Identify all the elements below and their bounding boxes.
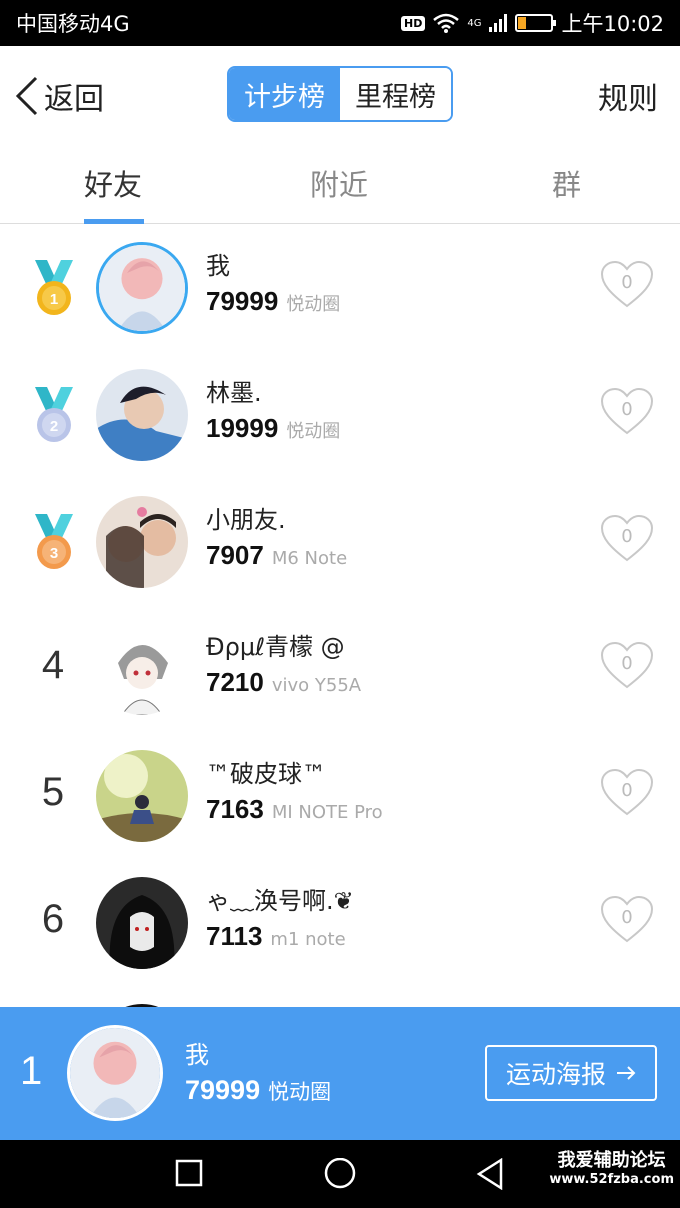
rank-number: 4 bbox=[41, 643, 65, 687]
step-info: 7210 vivo Y55A bbox=[206, 667, 361, 698]
ranking-row[interactable]: 6 ゃ﹏涣号啊.❦ 7113 m1 note 0 bbox=[0, 859, 680, 986]
rank-number: 5 bbox=[41, 770, 65, 814]
hd-badge: HD bbox=[401, 15, 426, 31]
like-count: 0 bbox=[621, 780, 633, 801]
my-step-info: 79999 悦动圈 bbox=[185, 1075, 331, 1106]
device-label: 悦动圈 bbox=[286, 294, 341, 315]
back-nav-icon[interactable] bbox=[475, 1158, 505, 1190]
step-count: 79999 bbox=[206, 286, 279, 316]
step-info: 7163 MI NOTE Pro bbox=[206, 794, 383, 825]
my-avatar[interactable] bbox=[67, 1025, 163, 1121]
device-label: vivo Y55A bbox=[271, 675, 362, 696]
my-step-count: 79999 bbox=[185, 1075, 261, 1105]
system-nav-bar: 我爱辅助论坛 www.52fzba.com bbox=[0, 1140, 680, 1208]
tab-groups[interactable]: 群 bbox=[552, 162, 581, 204]
like-count: 0 bbox=[621, 399, 633, 420]
avatar[interactable] bbox=[96, 750, 188, 842]
friend-name: 小朋友. bbox=[206, 506, 286, 534]
like-count: 0 bbox=[621, 653, 633, 674]
ranking-type-segment: 计步榜 里程榜 bbox=[227, 66, 453, 122]
tab-friends[interactable]: 好友 bbox=[84, 162, 142, 204]
avatar[interactable] bbox=[96, 369, 188, 461]
back-button[interactable]: 返回 bbox=[14, 74, 104, 118]
avatar[interactable] bbox=[96, 877, 188, 969]
watermark-url: www.52fzba.com bbox=[549, 1172, 674, 1187]
step-info: 19999 悦动圈 bbox=[206, 413, 340, 444]
step-count: 7907 bbox=[206, 540, 264, 570]
ranking-row[interactable]: 5 ™破皮球™ 7163 MI NOTE Pro 0 bbox=[0, 732, 680, 859]
battery-icon bbox=[515, 14, 557, 32]
home-icon[interactable] bbox=[323, 1158, 357, 1192]
watermark-title: 我爱辅助论坛 bbox=[557, 1150, 666, 1171]
rules-link[interactable]: 规则 bbox=[598, 74, 658, 118]
my-name: 我 bbox=[185, 1041, 209, 1069]
ranking-row[interactable]: 3 小朋友. 7907 M6 Note 0 bbox=[0, 478, 680, 605]
svg-text:2: 2 bbox=[50, 418, 58, 435]
network-type: 4G bbox=[467, 17, 482, 29]
step-count: 7210 bbox=[206, 667, 264, 697]
status-icons: HD 4G 上午10:02 bbox=[401, 8, 664, 38]
step-count: 7163 bbox=[206, 794, 264, 824]
like-count: 0 bbox=[621, 272, 633, 293]
header: 返回 计步榜 里程榜 规则 bbox=[0, 46, 680, 142]
sport-poster-button[interactable]: 运动海报 bbox=[485, 1045, 657, 1101]
my-rank-number: 1 bbox=[20, 1049, 43, 1093]
avatar[interactable] bbox=[96, 623, 188, 715]
avatar[interactable] bbox=[96, 242, 188, 334]
friend-name: Ɖρμℓ青檬 @ bbox=[206, 633, 345, 661]
svg-text:1: 1 bbox=[50, 291, 58, 308]
silver-medal-icon: 2 bbox=[35, 387, 73, 442]
like-count: 0 bbox=[621, 526, 633, 547]
sport-poster-label: 运动海报 bbox=[505, 1060, 606, 1089]
scope-tabs: 好友 附近 群 bbox=[0, 142, 680, 224]
friend-name: ™破皮球™ bbox=[206, 760, 326, 788]
bronze-medal-icon: 3 bbox=[35, 514, 73, 569]
device-label: 悦动圈 bbox=[286, 421, 341, 442]
step-info: 7907 M6 Note bbox=[206, 540, 347, 571]
my-rank-bar: 1 我 79999 悦动圈 运动海报 bbox=[0, 1007, 680, 1140]
step-info: 79999 悦动圈 bbox=[206, 286, 340, 317]
step-count: 7113 bbox=[206, 921, 263, 951]
avatar[interactable] bbox=[96, 496, 188, 588]
signal-icon bbox=[489, 14, 508, 32]
tab-nearby[interactable]: 附近 bbox=[310, 162, 368, 204]
my-device-label: 悦动圈 bbox=[268, 1080, 332, 1104]
chevron-left-icon bbox=[15, 76, 38, 116]
watermark: 我爱辅助论坛 www.52fzba.com bbox=[549, 1146, 674, 1187]
device-label: M6 Note bbox=[271, 548, 348, 569]
ranking-list: 1 我 79999 悦动圈 0 2 林墨. 19999 悦动圈 0 3 小朋友.… bbox=[0, 224, 680, 1113]
device-label: m1 note bbox=[270, 929, 346, 950]
friend-name: ゃ﹏涣号啊.❦ bbox=[206, 887, 354, 915]
segment-mileage[interactable]: 里程榜 bbox=[340, 68, 451, 120]
ranking-row[interactable]: 4 Ɖρμℓ青檬 @ 7210 vivo Y55A 0 bbox=[0, 605, 680, 732]
step-count: 19999 bbox=[206, 413, 279, 443]
back-label: 返回 bbox=[44, 82, 104, 117]
ranking-row[interactable]: 1 我 79999 悦动圈 0 bbox=[0, 224, 680, 351]
like-count: 0 bbox=[621, 907, 633, 928]
device-label: MI NOTE Pro bbox=[271, 802, 383, 823]
recent-apps-icon[interactable] bbox=[174, 1158, 204, 1188]
carrier-label: 中国移动4G bbox=[16, 12, 130, 36]
gold-medal-icon: 1 bbox=[35, 260, 73, 315]
friend-name: 林墨. bbox=[206, 379, 262, 407]
segment-steps[interactable]: 计步榜 bbox=[229, 68, 340, 120]
friend-name: 我 bbox=[206, 252, 230, 280]
arrow-right-icon bbox=[617, 1066, 636, 1080]
step-info: 7113 m1 note bbox=[206, 921, 346, 952]
clock: 上午10:02 bbox=[561, 12, 664, 36]
wifi-icon bbox=[433, 13, 460, 33]
svg-text:3: 3 bbox=[50, 545, 58, 562]
rank-number: 6 bbox=[41, 897, 65, 941]
ranking-row[interactable]: 2 林墨. 19999 悦动圈 0 bbox=[0, 351, 680, 478]
status-bar: 中国移动4G HD 4G 上午10:02 bbox=[0, 0, 680, 46]
